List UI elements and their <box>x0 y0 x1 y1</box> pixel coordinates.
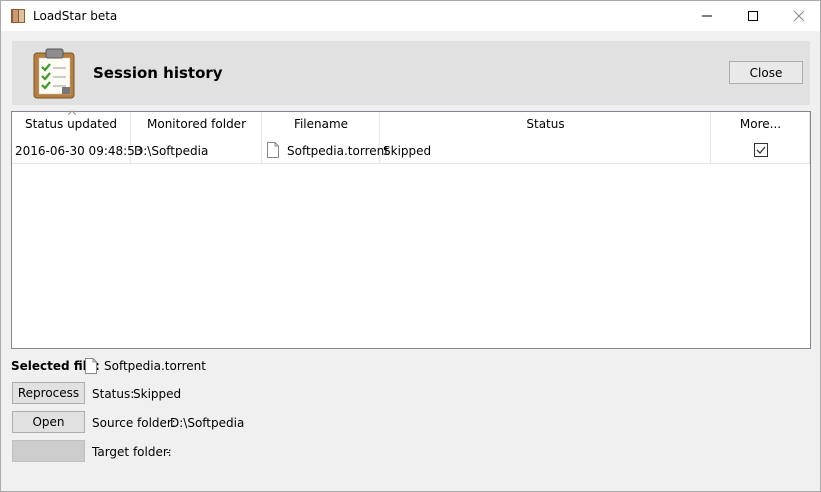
app-book-icon <box>11 9 25 23</box>
status-label: Status: <box>92 387 135 401</box>
file-icon <box>85 358 97 374</box>
disabled-action-button <box>12 440 85 462</box>
app-window: LoadStar beta Session history Close Stat… <box>0 0 821 492</box>
cell-filename: Softpedia.torrent <box>287 144 389 158</box>
target-folder-label: Target folder: <box>92 445 172 459</box>
checkbox-checked-icon[interactable] <box>754 143 768 157</box>
close-button[interactable]: Close <box>729 61 803 84</box>
selected-file-value: Softpedia.torrent <box>104 359 206 373</box>
window-title: LoadStar beta <box>33 9 118 23</box>
maximize-button[interactable] <box>730 1 776 31</box>
header-panel: Session history Close <box>12 41 810 105</box>
session-history-table[interactable]: Status updated Monitored folder Filename… <box>11 110 811 349</box>
clipboard-checklist-icon <box>33 48 75 99</box>
column-header-filename[interactable]: Filename <box>262 112 380 138</box>
minimize-button[interactable] <box>684 1 730 31</box>
open-button[interactable]: Open <box>12 411 85 433</box>
column-separator <box>710 112 711 164</box>
column-header-monitored-folder[interactable]: Monitored folder <box>131 112 262 138</box>
title-bar: LoadStar beta <box>1 1 820 31</box>
cell-status-updated: 2016-06-30 09:48:53 <box>15 144 143 158</box>
column-header-more[interactable]: More... <box>711 112 810 138</box>
cell-status: Skipped <box>383 144 432 158</box>
page-title: Session history <box>93 64 223 82</box>
sort-ascending-icon <box>68 110 76 115</box>
target-folder-value: - <box>166 445 171 459</box>
column-header-status-updated[interactable]: Status updated <box>12 110 130 138</box>
reprocess-button[interactable]: Reprocess <box>12 382 85 404</box>
window-close-button[interactable] <box>776 1 821 31</box>
file-icon <box>267 142 279 158</box>
cell-monitored-folder: D:\Softpedia <box>134 144 209 158</box>
source-folder-label: Source folder: <box>92 416 176 430</box>
status-value: Skipped <box>133 387 182 401</box>
close-icon <box>793 10 805 22</box>
source-folder-value: D:\Softpedia <box>170 416 245 430</box>
minimize-icon <box>702 15 712 17</box>
column-header-status[interactable]: Status <box>380 112 711 138</box>
maximize-icon <box>748 11 758 21</box>
column-separator <box>261 112 262 164</box>
column-separator <box>809 112 810 164</box>
